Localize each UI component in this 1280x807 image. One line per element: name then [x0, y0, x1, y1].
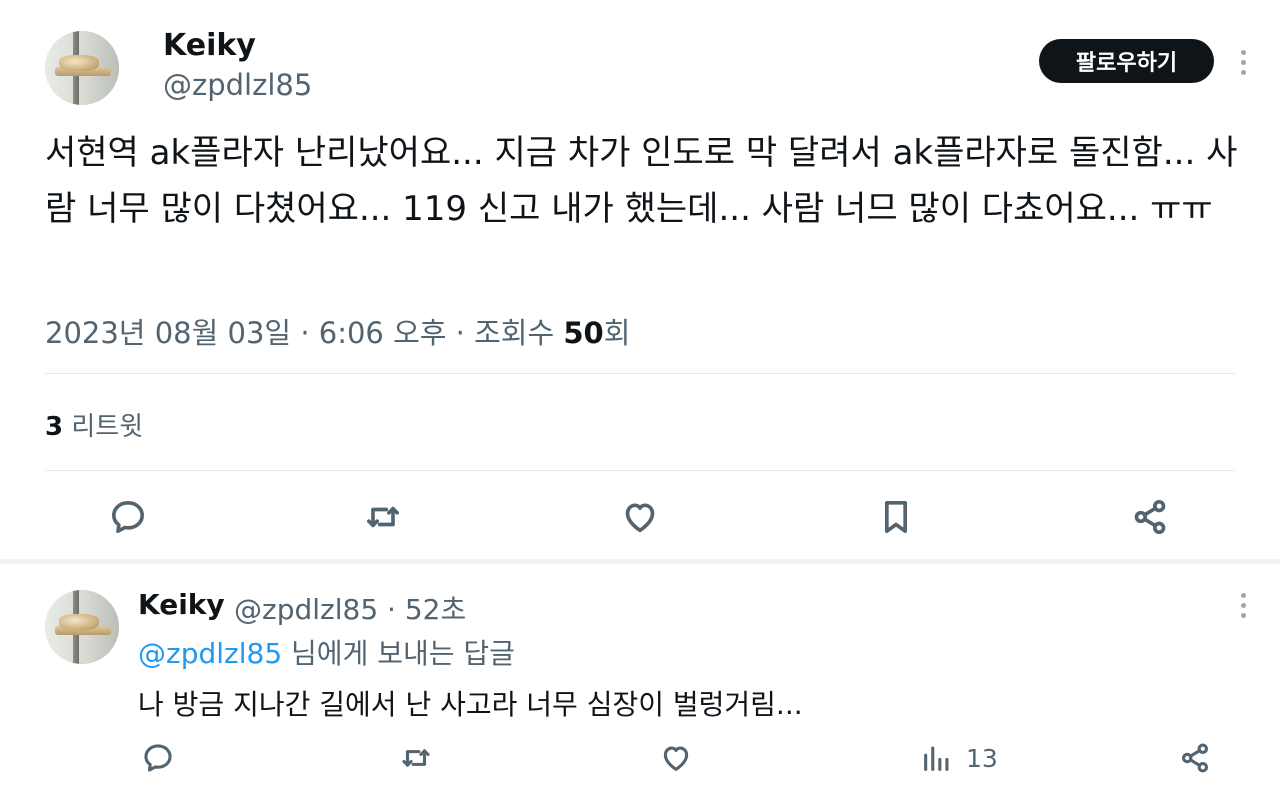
share-icon: [1134, 500, 1166, 534]
reply-icon: [144, 744, 172, 772]
like-icon: [625, 503, 655, 533]
reply-reply-button[interactable]: [141, 741, 175, 775]
reply-button[interactable]: [108, 497, 148, 537]
meta-separator: ·: [300, 316, 310, 350]
like-button[interactable]: [620, 497, 660, 537]
replying-to: @zpdlzl85 님에게 보내는 답글: [138, 632, 515, 672]
reply-author-name[interactable]: Keiky: [138, 588, 225, 621]
views-label: 조회수: [474, 316, 555, 350]
like-icon: [663, 746, 689, 771]
reply-more-options-icon[interactable]: [1233, 593, 1253, 618]
author-avatar[interactable]: [45, 31, 119, 105]
reply-author-avatar[interactable]: [45, 590, 119, 664]
tweet-time[interactable]: 6:06 오후: [319, 316, 447, 350]
tweet-date[interactable]: 2023년 08월 03일: [45, 316, 291, 350]
views-count: 50: [563, 316, 604, 350]
reply-share-button[interactable]: [1178, 741, 1212, 775]
divider: [45, 470, 1235, 471]
tweet-text: 서현역 ak플라자 난리났어요... 지금 차가 인도로 막 달려서 ak플라자…: [45, 133, 1238, 229]
divider: [45, 373, 1235, 374]
section-divider: [0, 559, 1280, 564]
retweet-button[interactable]: [362, 497, 404, 537]
reply-like-button[interactable]: [659, 741, 693, 775]
meta-separator: ·: [455, 316, 465, 350]
follow-button[interactable]: 팔로우하기: [1039, 39, 1214, 83]
replying-to-suffix: 님에게 보내는 답글: [291, 637, 515, 670]
reply-author-handle[interactable]: @zpdlzl85: [234, 593, 378, 626]
reply-age[interactable]: 52초: [405, 593, 466, 626]
reply-retweet-button[interactable]: [398, 741, 434, 775]
reply-views-button[interactable]: 13: [920, 741, 998, 775]
reply-meta: @zpdlzl85 · 52초: [234, 588, 466, 628]
reply-view-count: 13: [966, 743, 998, 773]
meta-separator: ·: [387, 593, 396, 626]
views-unit: 회: [603, 316, 631, 350]
bookmark-icon: [885, 501, 907, 533]
bookmark-button[interactable]: [876, 497, 916, 537]
replying-to-mention[interactable]: @zpdlzl85: [138, 637, 282, 670]
author-name[interactable]: Keiky: [163, 28, 256, 63]
tweet-meta: 2023년 08월 03일 · 6:06 오후 · 조회수 50회: [45, 310, 630, 352]
reply-text: 나 방금 지나간 길에서 난 사고라 너무 심장이 벌렁거림...: [138, 688, 803, 721]
reply-icon: [112, 501, 145, 533]
share-button[interactable]: [1130, 497, 1170, 537]
retweet-label: 리트윗: [71, 412, 144, 442]
author-handle[interactable]: @zpdlzl85: [163, 68, 312, 102]
retweet-icon: [367, 506, 399, 528]
views-icon: [924, 746, 949, 771]
more-options-icon[interactable]: [1233, 50, 1253, 75]
retweet-count: 3: [45, 412, 64, 442]
share-icon: [1181, 743, 1209, 773]
retweet-stats[interactable]: 3 리트윗: [45, 406, 143, 443]
retweet-icon: [402, 749, 430, 767]
